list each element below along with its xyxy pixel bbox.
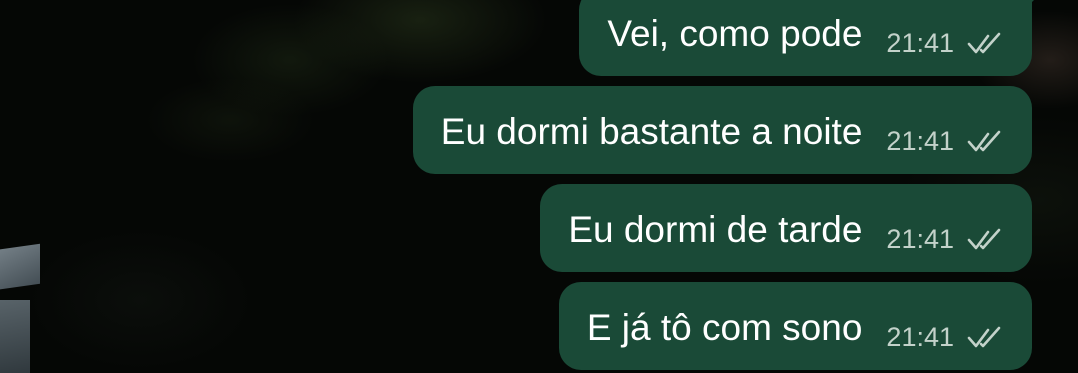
message-meta: 21:41 — [886, 7, 1006, 57]
message-meta: 21:41 — [886, 105, 1006, 155]
message-time: 21:41 — [886, 321, 954, 352]
message-text: E já tô com sono — [586, 306, 863, 348]
double-check-icon — [967, 228, 1001, 250]
message-text: Eu dormi de tarde — [568, 208, 863, 250]
double-check-icon — [967, 130, 1001, 152]
outgoing-message-bubble[interactable]: E já tô com sono 21:41 — [558, 282, 1032, 370]
message-list[interactable]: Vei, como pode 21:41 Eu dormi bastante a… — [412, 0, 1046, 370]
message-meta: 21:41 — [886, 203, 1006, 253]
double-check-icon — [967, 326, 1001, 348]
outgoing-message-bubble[interactable]: Vei, como pode 21:41 — [579, 0, 1046, 76]
message-time: 21:41 — [886, 223, 954, 254]
message-text: Vei, como pode — [607, 12, 863, 54]
double-check-icon — [967, 32, 1001, 54]
message-time: 21:41 — [886, 125, 954, 156]
message-meta: 21:41 — [886, 301, 1006, 351]
wallpaper-roof-detail — [0, 300, 30, 373]
message-text: Eu dormi bastante a noite — [440, 110, 863, 152]
outgoing-message-bubble[interactable]: Eu dormi bastante a noite 21:41 — [412, 86, 1032, 174]
outgoing-message-bubble[interactable]: Eu dormi de tarde 21:41 — [540, 184, 1032, 272]
wallpaper-roof-detail — [0, 243, 40, 293]
message-time: 21:41 — [886, 27, 954, 58]
